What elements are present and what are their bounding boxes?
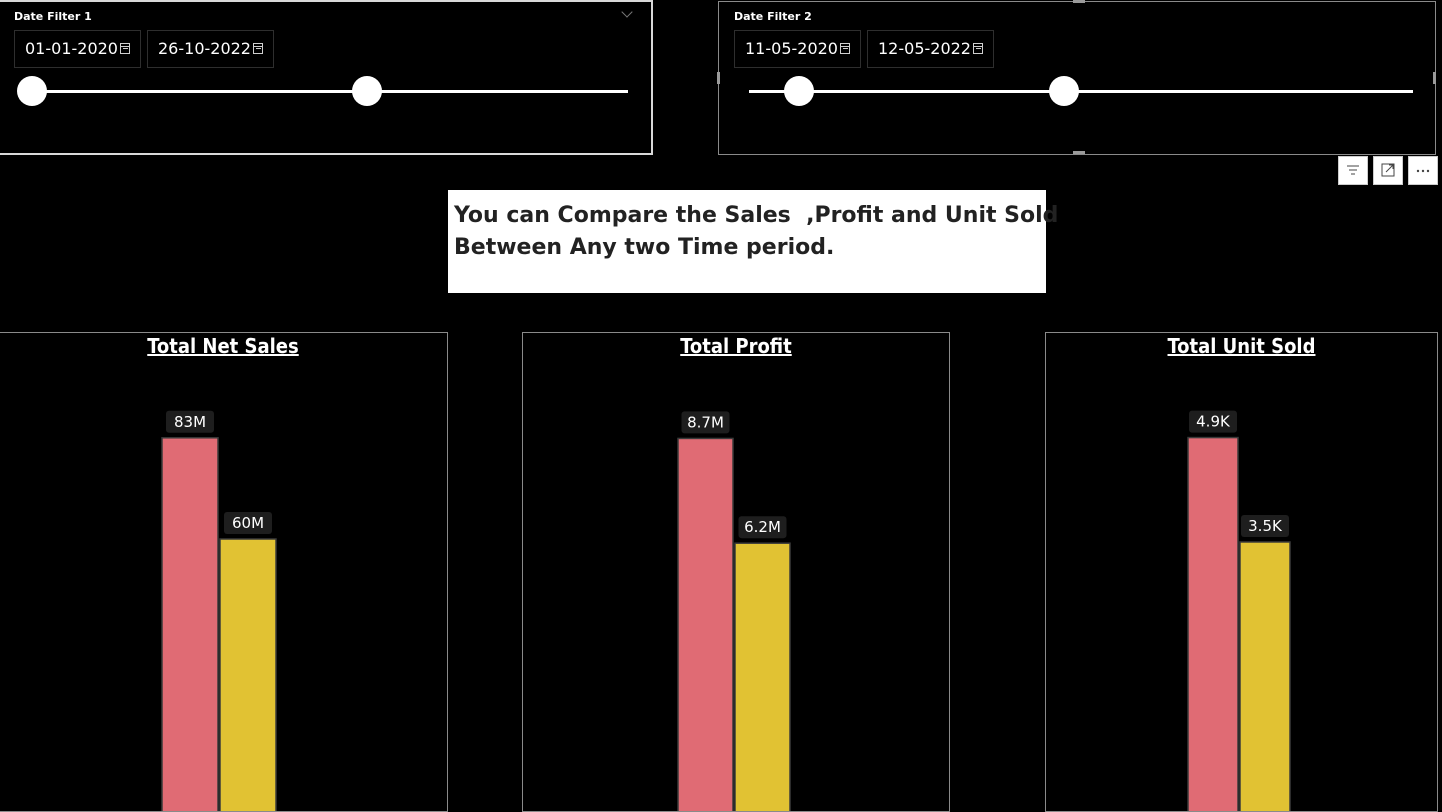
- net-sales-chart: 83M 60M: [161, 410, 277, 811]
- bar-period-1[interactable]: [161, 437, 219, 811]
- bar-period-2[interactable]: [734, 542, 791, 811]
- date-filter-1[interactable]: Date Filter 1 01-01-2020 26-10-2022: [0, 0, 653, 155]
- end-date-input-1[interactable]: 26-10-2022: [147, 30, 274, 68]
- end-date-value: 12-05-2022: [878, 39, 971, 58]
- focus-mode-icon: [1381, 163, 1395, 177]
- filter-button[interactable]: [1338, 156, 1368, 185]
- start-slider-handle[interactable]: [784, 76, 814, 106]
- start-date-input-1[interactable]: 01-01-2020: [14, 30, 141, 68]
- bar-period-1[interactable]: [1187, 436, 1239, 811]
- start-date-value: 11-05-2020: [745, 39, 838, 58]
- resize-handle-left[interactable]: [717, 72, 720, 84]
- more-options-button[interactable]: [1408, 156, 1438, 185]
- chart-panel-unit-sold[interactable]: Total Unit Sold 4.9K 3.5K: [1045, 332, 1438, 812]
- end-slider-handle[interactable]: [1049, 76, 1079, 106]
- chart-panel-net-sales[interactable]: Total Net Sales 83M 60M: [0, 332, 448, 812]
- date-filter-2[interactable]: Date Filter 2 11-05-2020 12-05-2022: [717, 0, 1436, 155]
- bar-period-1[interactable]: [677, 437, 734, 811]
- filter-icon: [1347, 165, 1359, 175]
- start-slider-handle[interactable]: [17, 76, 47, 106]
- range-slider-track[interactable]: [749, 90, 1413, 93]
- calendar-icon[interactable]: [120, 43, 130, 54]
- bar-period-2[interactable]: [219, 538, 277, 811]
- resize-handle-top[interactable]: [1073, 0, 1085, 3]
- date-filter-1-title: Date Filter 1: [14, 10, 92, 23]
- data-label: 60M: [232, 514, 264, 532]
- focus-mode-button[interactable]: [1373, 156, 1403, 185]
- bar-period-2[interactable]: [1239, 541, 1291, 811]
- range-slider-track[interactable]: [30, 90, 628, 93]
- resize-handle-right[interactable]: [1433, 72, 1436, 84]
- calendar-icon[interactable]: [973, 43, 983, 54]
- profit-chart: 8.7M 6.2M: [677, 411, 791, 811]
- info-line-2: Between Any two Time period.: [454, 235, 835, 260]
- unit-sold-chart: 4.9K 3.5K: [1187, 410, 1291, 811]
- end-slider-handle[interactable]: [352, 76, 382, 106]
- end-date-input-2[interactable]: 12-05-2022: [867, 30, 994, 68]
- start-date-value: 01-01-2020: [25, 39, 118, 58]
- start-date-input-2[interactable]: 11-05-2020: [734, 30, 861, 68]
- more-options-icon: [1416, 169, 1430, 173]
- resize-handle-bottom[interactable]: [1073, 151, 1085, 154]
- calendar-icon[interactable]: [840, 43, 850, 54]
- data-label: 3.5K: [1248, 517, 1283, 535]
- chevron-down-icon[interactable]: [621, 6, 633, 18]
- end-date-value: 26-10-2022: [158, 39, 251, 58]
- data-label: 6.2M: [744, 518, 781, 536]
- data-label: 4.9K: [1196, 413, 1231, 431]
- info-textbox: You can Compare the Sales ,Profit and Un…: [448, 190, 1059, 293]
- info-line-1: You can Compare the Sales ,Profit and Un…: [454, 203, 1059, 228]
- data-label: 83M: [174, 413, 206, 431]
- calendar-icon[interactable]: [253, 43, 263, 54]
- data-label: 8.7M: [687, 413, 724, 431]
- date-filter-2-title: Date Filter 2: [734, 10, 812, 23]
- chart-panel-profit[interactable]: Total Profit 8.7M 6.2M: [522, 332, 950, 812]
